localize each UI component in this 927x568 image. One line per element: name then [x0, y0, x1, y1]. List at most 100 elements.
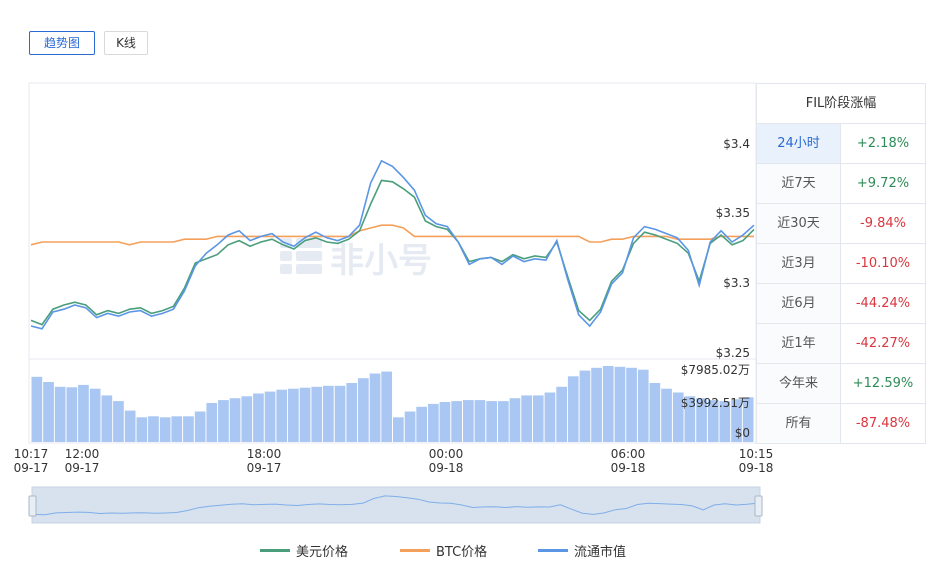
stage-row[interactable]: 近6月 -44.24% — [757, 284, 926, 324]
navigator-right-handle[interactable] — [754, 495, 763, 517]
stage-row[interactable]: 近1年 -42.27% — [757, 324, 926, 364]
volume-bar — [159, 417, 171, 442]
volume-bar — [661, 388, 672, 442]
stage-row[interactable]: 近3月 -10.10% — [757, 244, 926, 284]
stage-period-label: 近7天 — [757, 164, 841, 203]
legend-swatch — [538, 548, 568, 552]
volume-bar — [54, 386, 66, 442]
volume-bar — [31, 376, 43, 442]
watermark: 非小号 — [280, 238, 432, 281]
volume-bar — [602, 366, 614, 442]
y-tick-label: $3.35 — [715, 206, 750, 220]
y-tick-label: $3.3 — [723, 276, 750, 290]
stage-change-value: -42.27% — [841, 324, 926, 363]
volume-bar — [148, 416, 159, 442]
x-tick-label: 10:15 09-18 — [738, 447, 774, 475]
volume-tick-label: $0 — [734, 426, 750, 440]
stage-change-value: -10.10% — [841, 244, 926, 283]
volume-bar — [474, 400, 486, 442]
volume-bar — [124, 410, 136, 442]
volume-bar — [288, 388, 299, 442]
volume-bar — [101, 395, 113, 442]
stage-period-label: 24小时 — [757, 124, 841, 163]
y-tick-label: $3.25 — [715, 346, 750, 360]
volume-bar — [241, 396, 253, 442]
volume-tick-label: $7985.02万 — [680, 363, 750, 377]
volume-bar — [183, 416, 194, 442]
range-navigator[interactable] — [31, 486, 761, 524]
stage-change-value: +9.72% — [841, 164, 926, 203]
volume-bar — [521, 395, 532, 442]
volume-bar — [358, 378, 369, 442]
stage-period-label: 所有 — [757, 404, 841, 443]
legend-swatch — [260, 548, 290, 552]
x-tick-label: 00:00 09-18 — [428, 447, 464, 475]
x-tick-label: 10:17 09-17 — [13, 447, 49, 475]
stage-period-label: 近3月 — [757, 244, 841, 283]
volume-bar — [393, 417, 404, 442]
stage-change-value: -44.24% — [841, 284, 926, 323]
stage-change-value: +12.59% — [841, 364, 926, 403]
volume-bar — [556, 386, 567, 442]
volume-bar — [136, 417, 148, 442]
volume-bar — [404, 411, 416, 442]
volume-bar — [637, 369, 649, 442]
volume-bars — [31, 366, 754, 442]
stage-change-value: +2.18% — [841, 124, 926, 163]
volume-bar — [532, 395, 544, 442]
volume-bar — [439, 402, 451, 442]
x-tick-label: 18:00 09-17 — [246, 447, 282, 475]
volume-bar — [544, 392, 556, 442]
volume-bar — [43, 382, 54, 442]
volume-bar — [591, 367, 602, 442]
stage-row[interactable]: 24小时 +2.18% — [757, 124, 926, 164]
volume-bar — [194, 411, 206, 442]
volume-bar — [253, 393, 264, 442]
stage-change-value: -87.48% — [841, 404, 926, 443]
y-tick-label: $3.4 — [723, 137, 750, 151]
watermark-text: 非小号 — [330, 241, 432, 281]
volume-bar — [264, 391, 276, 442]
volume-bar — [463, 400, 474, 442]
volume-bar — [66, 387, 78, 442]
x-tick-label: 12:00 09-17 — [64, 447, 100, 475]
legend-swatch — [400, 548, 430, 552]
stage-period-label: 近6月 — [757, 284, 841, 323]
stage-change-value: -9.84% — [841, 204, 926, 243]
volume-bar — [567, 376, 579, 442]
volume-bar — [451, 401, 462, 442]
stage-row[interactable]: 近30天 -9.84% — [757, 204, 926, 244]
stage-period-label: 近1年 — [757, 324, 841, 363]
stage-row[interactable]: 今年来 +12.59% — [757, 364, 926, 404]
volume-bar — [229, 398, 241, 442]
volume-bar — [218, 400, 229, 442]
volume-bar — [334, 385, 346, 442]
volume-bar — [346, 383, 358, 442]
volume-bar — [579, 370, 591, 442]
volume-bar — [486, 401, 497, 442]
volume-bar — [171, 416, 183, 442]
navigator-left-handle[interactable] — [28, 495, 37, 517]
stage-gain-table: FIL阶段涨幅 24小时 +2.18% 近7天 +9.72% 近30天 -9.84% 近3月… — [756, 83, 926, 444]
stage-row[interactable]: 近7天 +9.72% — [757, 164, 926, 204]
stage-period-label: 今年来 — [757, 364, 841, 403]
volume-bar — [78, 384, 89, 442]
stage-period-label: 近30天 — [757, 204, 841, 243]
legend-label: 流通市值 — [574, 544, 627, 560]
volume-bar — [369, 373, 381, 442]
volume-bar — [299, 387, 311, 442]
volume-bar — [113, 401, 124, 442]
stage-row[interactable]: 所有 -87.48% — [757, 404, 926, 444]
volume-bar — [311, 386, 323, 442]
volume-bar — [381, 371, 392, 442]
table-title: FIL阶段涨幅 — [757, 84, 926, 124]
volume-bar — [206, 403, 218, 442]
legend-item-usd-price[interactable]: 美元价格 — [260, 540, 348, 560]
x-tick-label: 06:00 09-18 — [610, 447, 646, 475]
volume-bar — [416, 406, 427, 442]
legend-item-market-cap[interactable]: 流通市值 — [538, 540, 626, 560]
legend-label: 美元价格 — [296, 544, 349, 560]
legend-item-btc-price[interactable]: BTC价格 — [400, 540, 487, 560]
volume-bar — [323, 385, 334, 442]
volume-bar — [649, 383, 661, 442]
